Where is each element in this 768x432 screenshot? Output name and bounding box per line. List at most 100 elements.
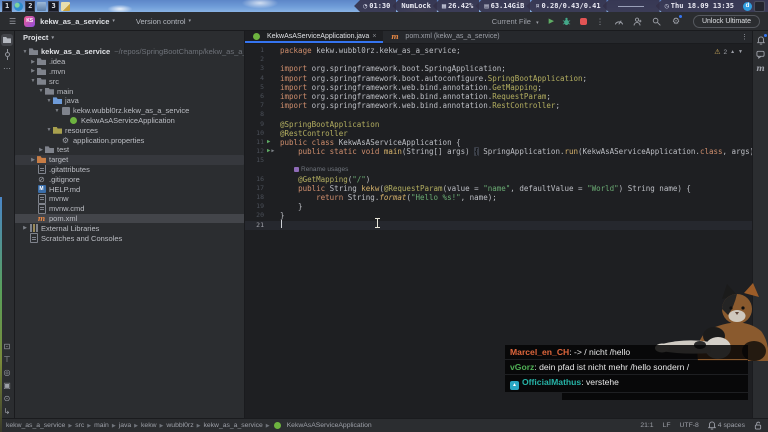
editor-tab[interactable]: m pom.xml (kekw_as_a_service) xyxy=(383,30,506,43)
vcs-widget[interactable]: Version control xyxy=(136,17,186,26)
code-line[interactable]: 18 return String.format("Hello %s!", nam… xyxy=(245,193,753,202)
tree-item-target[interactable]: ▶ target xyxy=(15,154,244,165)
project-panel-header[interactable]: Project ▾ xyxy=(15,30,244,45)
tree-item-mvnw[interactable]: mvnw xyxy=(15,194,244,204)
tree-item-help-md[interactable]: HELP.md xyxy=(15,184,244,194)
breadcrumb-item[interactable]: kekw_as_a_service xyxy=(203,422,262,429)
code-line[interactable]: 20} xyxy=(245,211,753,220)
breadcrumb-item[interactable]: main xyxy=(94,422,109,429)
code-with-me-icon[interactable] xyxy=(632,15,644,27)
messenger-icon[interactable]: d xyxy=(743,1,752,11)
tree-chevron-icon[interactable]: ▶ xyxy=(37,147,45,153)
workspace-tag[interactable]: 2 xyxy=(25,0,36,12)
tree-item-src[interactable]: ▼ src xyxy=(15,76,244,86)
status-utf-8[interactable]: UTF-8 xyxy=(680,422,699,429)
settings-icon[interactable]: ⚙ xyxy=(670,15,682,27)
tree-item--gitignore[interactable]: ⊘ .gitignore xyxy=(15,174,244,184)
services-icon[interactable]: ⊤ xyxy=(1,353,13,365)
code-line[interactable]: 12 ▶ ▶ public static void main(String[] ar… xyxy=(245,147,768,157)
code-line[interactable]: 9 @SpringBootApplication xyxy=(245,120,753,129)
tree-item--mvn[interactable]: ▶ .mvn xyxy=(15,67,244,77)
run-dashboard-icon[interactable]: ◎ xyxy=(1,366,13,378)
code-line[interactable]: 4 import org.springframework.boot.autocon… xyxy=(245,74,753,83)
run-line-icon[interactable]: ▶ xyxy=(267,138,270,147)
code-line[interactable]: 17 public String kekw(@RequestParam(valu… xyxy=(245,184,753,193)
maven-icon[interactable]: m xyxy=(755,62,767,74)
breadcrumb-item[interactable]: java xyxy=(119,422,131,429)
tree-item-mvnw-cmd[interactable]: mvnw.cmd xyxy=(15,204,244,214)
commit-icon[interactable] xyxy=(1,48,13,60)
breadcrumb-item[interactable]: src xyxy=(75,422,84,429)
tree-chevron-icon[interactable]: ▶ xyxy=(21,225,29,231)
more-actions-icon[interactable]: ⋮ xyxy=(594,15,606,27)
tree-chevron-icon[interactable]: ▼ xyxy=(45,98,53,104)
run-config-selector[interactable]: Current File ▾ xyxy=(492,17,542,26)
status-21-1[interactable]: 21:1 xyxy=(640,422,653,429)
tree-chevron-icon[interactable]: ▼ xyxy=(37,88,45,94)
unlock-ultimate-button[interactable]: Unlock Ultimate xyxy=(692,14,760,28)
tree-item-test[interactable]: ▶ test xyxy=(15,145,244,155)
rename-usages-inlay[interactable]: Rename usages xyxy=(294,166,348,173)
breadcrumb-item[interactable]: kekw_as_a_service xyxy=(6,422,65,429)
more-icon[interactable]: ⋯ xyxy=(1,62,13,74)
search-icon[interactable] xyxy=(651,15,663,27)
run-button[interactable]: ▶ xyxy=(549,17,554,25)
problems-icon[interactable]: ⊙ xyxy=(1,392,13,404)
tree-item--idea[interactable]: ▶ .idea xyxy=(15,57,244,67)
tree-item-external-libraries[interactable]: ▶ External Libraries xyxy=(15,223,244,233)
tree-item-kekw-wubbl0rz-kekw-as-a-service[interactable]: ▼ kekw.wubbl0rz.kekw_as_a_service xyxy=(15,106,244,116)
code-line[interactable]: 10 @RestController xyxy=(245,129,753,138)
code-line[interactable]: 2 xyxy=(245,55,753,64)
tree-chevron-icon[interactable]: ▶ xyxy=(29,157,37,163)
debug-button[interactable] xyxy=(561,15,573,27)
code-line[interactable]: 15 xyxy=(245,156,753,165)
close-icon[interactable]: × xyxy=(372,33,376,40)
code-line[interactable]: 16 @GetMapping("/") xyxy=(245,175,753,184)
breadcrumb-item[interactable]: wubbl0rz xyxy=(166,422,193,429)
tree-item-scratches-and-consoles[interactable]: Scratches and Consoles xyxy=(15,233,244,243)
tree-item-resources[interactable]: ▼ resources xyxy=(15,125,244,135)
code-line[interactable]: 21 xyxy=(245,220,753,230)
tree-item--gitattributes[interactable]: .gitattributes xyxy=(15,165,244,175)
tree-item-main[interactable]: ▼ main xyxy=(15,86,244,96)
tree-item-kekw-as-a-service[interactable]: ▼ kekw_as_a_service ~/repos/SpringBootCham… xyxy=(15,47,244,57)
project-switcher[interactable]: kekw_as_a_service xyxy=(40,17,109,26)
editor-tab[interactable]: KekwAsAServiceApplication.java × xyxy=(245,30,384,43)
tree-chevron-icon[interactable]: ▼ xyxy=(53,108,61,114)
code-line[interactable]: 19 } xyxy=(245,202,753,211)
terminal-icon[interactable]: ⊡ xyxy=(1,340,13,352)
code-line[interactable]: 5 import org.springframework.web.bind.ann… xyxy=(245,83,753,92)
stop-button[interactable] xyxy=(579,17,587,25)
code-line[interactable]: 3 import org.springframework.boot.SpringA… xyxy=(245,64,753,73)
workspace-tag[interactable]: 1 xyxy=(2,0,13,12)
tree-item-pom-xml[interactable]: m pom.xml xyxy=(15,213,244,224)
tree-chevron-icon[interactable]: ▼ xyxy=(45,127,53,133)
profiler-icon[interactable] xyxy=(613,15,625,27)
code-line[interactable]: 7 import org.springframework.web.bind.ann… xyxy=(245,101,753,110)
code-editor[interactable]: 1 package kekw.wubbl0rz.kekw_as_a_service… xyxy=(245,46,768,230)
code-line[interactable]: Rename usages xyxy=(245,165,753,174)
breadcrumb-item[interactable]: kekw xyxy=(141,422,157,429)
code-line[interactable]: 1 package kekw.wubbl0rz.kekw_as_a_service… xyxy=(245,46,753,55)
tree-item-java[interactable]: ▼ java xyxy=(15,96,244,106)
fold-icon[interactable]: ▶ xyxy=(271,147,274,156)
display-icon[interactable] xyxy=(754,0,765,12)
project-icon[interactable] xyxy=(1,34,13,46)
status-lf[interactable]: LF xyxy=(663,422,671,429)
pull-requests-icon[interactable]: ↳ xyxy=(1,405,13,417)
code-line[interactable]: 11 ▶ public class KekwAsAServiceApplicatio… xyxy=(245,138,753,147)
code-line[interactable]: 8 xyxy=(245,110,753,119)
tree-item-application-properties[interactable]: ⚙ application.properties xyxy=(15,135,244,145)
notifications-icon[interactable] xyxy=(755,34,767,46)
main-menu-icon[interactable]: ☰ xyxy=(9,17,16,26)
code-line[interactable]: 6 import org.springframework.web.bind.ann… xyxy=(245,92,753,101)
tree-item-kekwasaserviceapplication[interactable]: KekwAsAServiceApplication xyxy=(15,116,244,126)
run-line-icon[interactable]: ▶ xyxy=(267,147,270,156)
status-4-spaces[interactable]: 4 spaces xyxy=(707,421,745,430)
build-icon[interactable]: ▣ xyxy=(1,379,13,391)
tree-chevron-icon[interactable]: ▶ xyxy=(29,68,37,74)
tree-chevron-icon[interactable]: ▼ xyxy=(21,49,29,55)
tree-chevron-icon[interactable]: ▶ xyxy=(29,59,37,65)
status-icon[interactable] xyxy=(754,421,762,430)
ai-assistant-icon[interactable] xyxy=(755,48,767,60)
